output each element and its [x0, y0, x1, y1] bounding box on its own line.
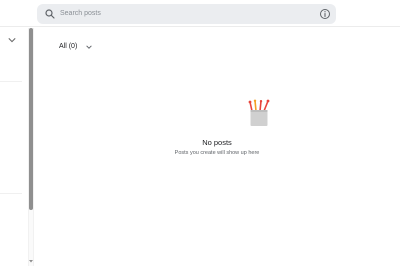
- pencil-cup-illustration: [248, 99, 270, 126]
- main-content: All (0) No posts Posts you create will s…: [34, 28, 400, 266]
- chevron-down-icon[interactable]: [8, 37, 16, 43]
- search-bar[interactable]: Search posts: [37, 4, 336, 24]
- chevron-down-icon[interactable]: [81, 42, 97, 52]
- search-placeholder[interactable]: Search posts: [60, 4, 101, 24]
- empty-state-subtitle: Posts you create will show up here: [174, 150, 260, 156]
- filter-dropdown[interactable]: All (0): [59, 41, 97, 53]
- search-icon[interactable]: [44, 8, 56, 20]
- top-bar: Search posts: [0, 0, 400, 27]
- sidebar-divider: [0, 81, 22, 82]
- filter-label[interactable]: All (0): [59, 41, 77, 53]
- empty-state-title: No posts: [202, 138, 232, 147]
- sidebar-divider: [0, 193, 22, 194]
- info-icon[interactable]: [319, 8, 331, 20]
- scrollbar-thumb[interactable]: [29, 28, 33, 210]
- left-sidebar: [0, 28, 28, 266]
